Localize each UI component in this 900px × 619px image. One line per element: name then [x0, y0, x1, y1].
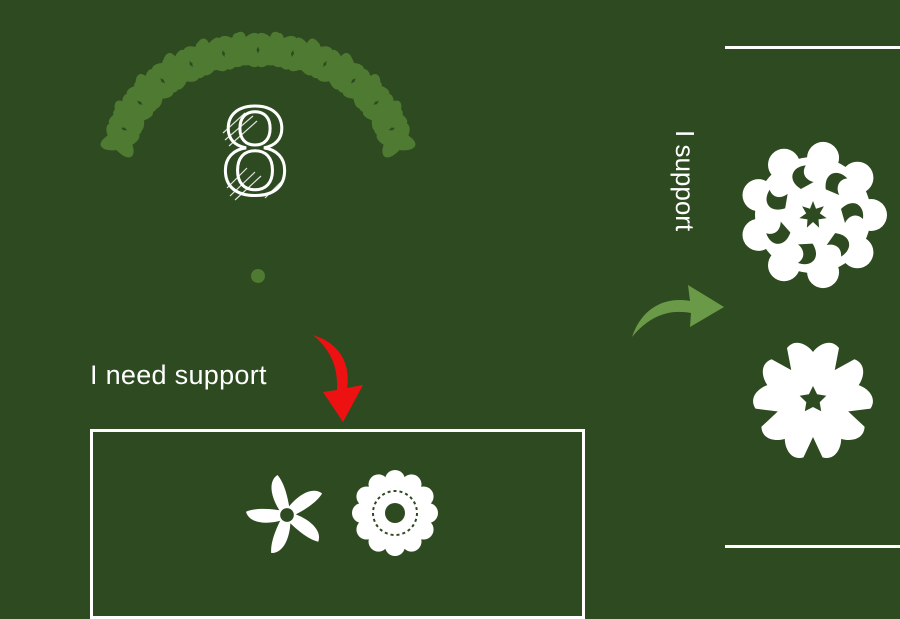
star-flower-icon [753, 342, 873, 458]
numeral-hatch-shading [222, 112, 286, 201]
pinwheel-flower-icon [245, 474, 323, 553]
need-support-box [90, 429, 585, 619]
rosette-flower-icon [742, 141, 887, 289]
right-bottom-rule [725, 545, 900, 548]
need-support-label: I need support [90, 360, 267, 390]
green-curved-right-arrow-icon [632, 285, 724, 337]
right-top-rule [725, 46, 900, 49]
support-label: I support [670, 130, 700, 232]
red-curved-down-arrow-icon [313, 335, 363, 422]
scalloped-flower-icon [352, 470, 438, 556]
